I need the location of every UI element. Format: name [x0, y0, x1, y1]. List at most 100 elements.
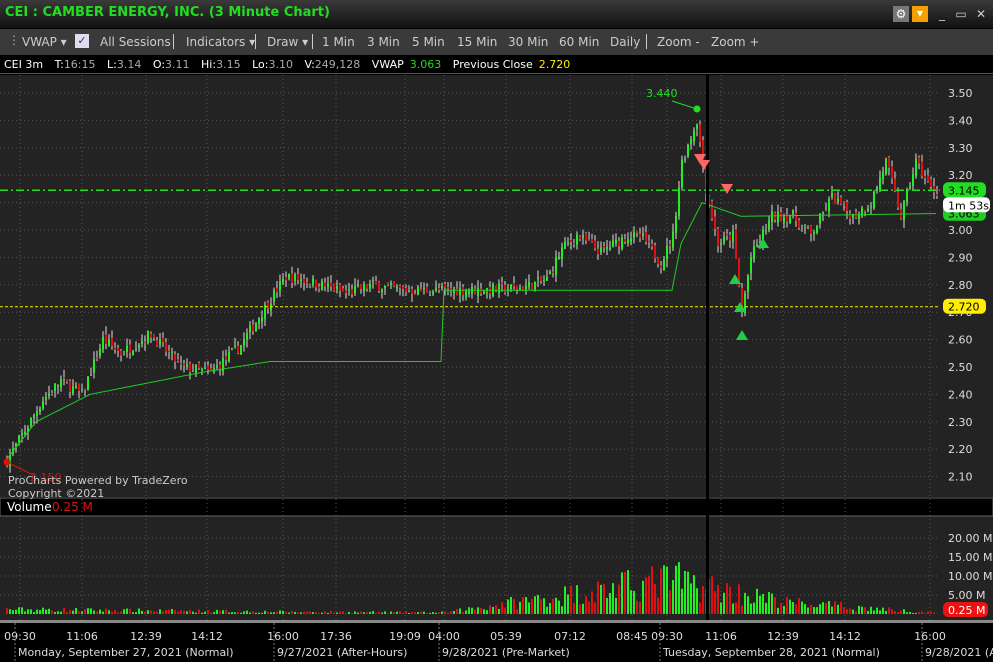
- candle-body: [312, 278, 314, 285]
- volume-bar: [393, 612, 395, 614]
- candle-body: [840, 197, 842, 205]
- candle-body: [342, 288, 344, 292]
- volume-bar: [18, 607, 20, 614]
- volume-bar: [513, 598, 515, 614]
- volume-bar: [750, 603, 752, 614]
- volume-bar: [183, 610, 185, 614]
- candle-body: [72, 386, 74, 394]
- candle-body: [405, 287, 407, 292]
- candle-body: [228, 352, 230, 362]
- candle-body: [42, 401, 44, 409]
- volume-bar: [828, 600, 830, 614]
- volume-bar: [879, 610, 881, 614]
- volume-bar: [54, 611, 56, 614]
- candle-body: [477, 288, 479, 296]
- volume-bar: [273, 612, 275, 614]
- volume-bar: [321, 612, 323, 614]
- candle-body: [834, 193, 836, 205]
- candle-body: [765, 230, 767, 232]
- candle-body: [915, 158, 917, 177]
- volume-bar: [813, 607, 815, 614]
- candle-body: [39, 408, 41, 413]
- volume-bar: [99, 609, 101, 614]
- volume-bar: [132, 612, 134, 614]
- volume-bar: [51, 610, 53, 614]
- volume-bar: [198, 609, 200, 614]
- volume-bar: [270, 612, 272, 614]
- volume-bar: [792, 602, 794, 614]
- volume-bar: [564, 586, 566, 614]
- candle-body: [936, 193, 938, 197]
- candle-body: [411, 289, 413, 294]
- volume-badge: 0.25 M: [948, 604, 985, 617]
- candle-body: [99, 348, 101, 356]
- candle-body: [138, 345, 140, 349]
- candle-body: [909, 186, 911, 189]
- volume-bar: [204, 611, 206, 614]
- volume-bar: [816, 607, 818, 614]
- volume-bar: [768, 592, 770, 614]
- candle-body: [201, 368, 203, 370]
- volume-bar: [75, 608, 77, 614]
- x-tick-label: 16:00: [267, 630, 299, 643]
- volume-bar: [306, 611, 308, 614]
- volume-bar: [240, 612, 242, 614]
- candle-body: [69, 381, 71, 393]
- volume-bar: [360, 611, 362, 614]
- volume-bar: [90, 608, 92, 614]
- volume-bar: [264, 610, 266, 614]
- volume-bar: [426, 613, 428, 614]
- volume-bar: [189, 609, 191, 614]
- x-tick-label: 14:12: [191, 630, 223, 643]
- candle-body: [777, 211, 779, 223]
- candle-body: [129, 344, 131, 353]
- volume-bar: [918, 611, 920, 614]
- candle-body: [678, 187, 680, 216]
- candle-body: [51, 392, 53, 394]
- volume-bar: [492, 606, 494, 614]
- candle-body: [771, 211, 773, 223]
- volume-bar: [924, 613, 926, 614]
- volume-bar: [630, 590, 632, 614]
- price-chart[interactable]: Volume 0.25 M 3.503.403.303.203.103.002.…: [0, 0, 993, 662]
- volume-bar: [672, 580, 674, 614]
- volume-bar: [432, 612, 434, 614]
- candle-body: [555, 257, 557, 275]
- candle-body: [681, 159, 683, 188]
- volume-bar: [63, 607, 65, 614]
- volume-bar: [594, 602, 596, 614]
- volume-bar: [906, 612, 908, 614]
- volume-bar: [534, 596, 536, 614]
- volume-bar: [669, 590, 671, 614]
- candle-body: [252, 324, 254, 332]
- volume-bar: [885, 610, 887, 614]
- volume-bar: [702, 586, 704, 614]
- y-tick-label: 2.60: [948, 334, 973, 347]
- volume-bar: [477, 607, 479, 614]
- volume-bar: [87, 608, 89, 614]
- volume-bar: [666, 566, 668, 614]
- volume-bar: [681, 588, 683, 614]
- volume-bar: [237, 611, 239, 614]
- session-label: 9/27/2021 (After-Hours): [277, 646, 407, 659]
- volume-bar: [663, 565, 665, 614]
- volume-bar: [324, 611, 326, 614]
- volume-bar: [435, 612, 437, 614]
- volume-bar: [798, 598, 800, 614]
- volume-bar: [30, 609, 32, 614]
- candle-body: [90, 374, 92, 376]
- volume-bar: [408, 612, 410, 614]
- volume-bar: [225, 609, 227, 614]
- candle-body: [63, 377, 65, 379]
- candle-body: [165, 342, 167, 352]
- candle-body: [360, 284, 362, 290]
- volume-bar: [384, 611, 386, 614]
- volume-bar: [186, 611, 188, 614]
- candle-body: [717, 228, 719, 247]
- candle-body: [18, 435, 20, 442]
- volume-bar: [900, 610, 902, 614]
- volume-bar: [612, 583, 614, 614]
- volume-bar: [561, 606, 563, 614]
- volume-bar: [486, 610, 488, 614]
- volume-bar: [831, 606, 833, 614]
